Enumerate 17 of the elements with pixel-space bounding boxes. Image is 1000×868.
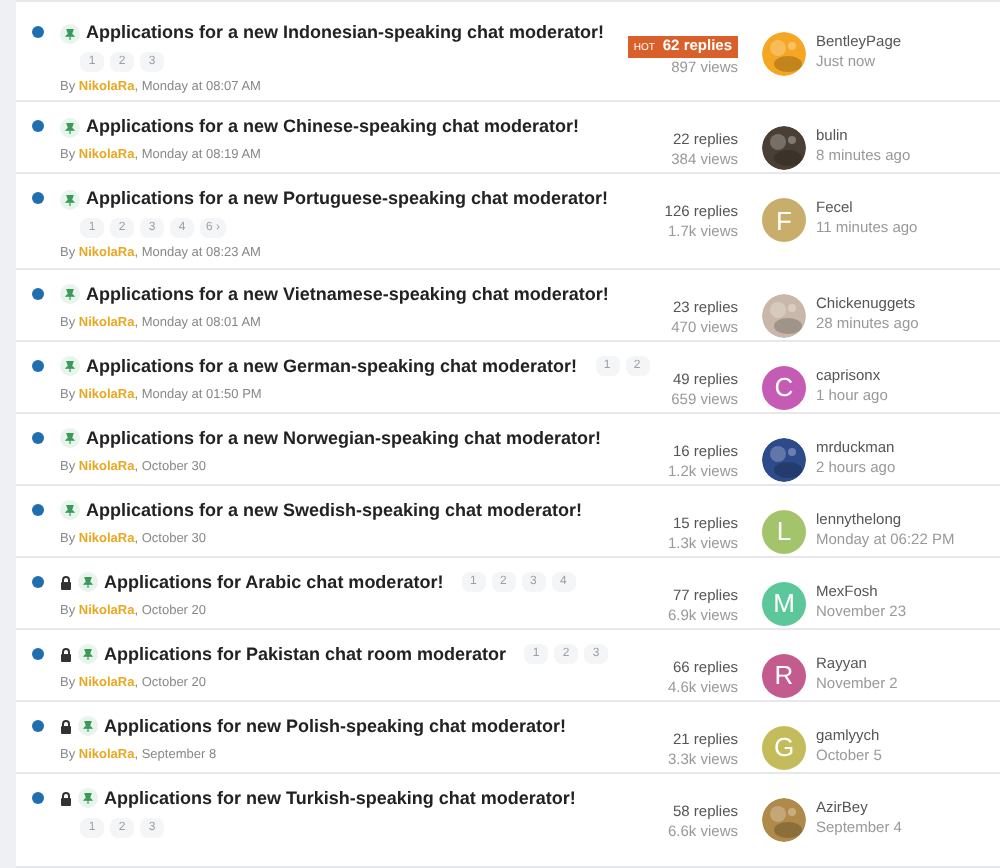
avatar[interactable]: L	[762, 509, 806, 554]
avatar[interactable]: C	[762, 365, 806, 410]
avatar[interactable]: M	[762, 581, 806, 626]
avatar[interactable]: R	[762, 653, 806, 698]
topic-title[interactable]: Applications for a new Portuguese-speaking chat moderator!	[86, 186, 609, 213]
topic-title[interactable]: Applications for a new Chinese-speaking chat moderator!	[86, 114, 580, 141]
topic-title[interactable]: Applications for a new Vietnamese-speaking chat moderator!	[86, 281, 609, 308]
topic-title[interactable]: Applications for Pakistan chat room moderator	[104, 641, 507, 668]
topic-title[interactable]: Applications for a new German-speaking chat moderator!	[86, 353, 578, 380]
topic-title[interactable]: Applications for new Turkish-speaking chat moderator!	[104, 785, 576, 812]
topic-title[interactable]: Applications for a new Swedish-speaking chat moderator!	[86, 497, 583, 524]
avatar[interactable]: G	[762, 725, 806, 770]
topic-title[interactable]: Applications for a new Norwegian-speaking chat moderator!	[86, 425, 602, 452]
topic-title[interactable]: Applications for Arabic chat moderator!	[104, 569, 444, 596]
avatar[interactable]: F	[762, 198, 806, 243]
topic-title[interactable]: Applications for new Polish-speaking chat moderator!	[104, 713, 567, 740]
topic-title[interactable]: Applications for a new Indonesian-speaking chat moderator!	[86, 20, 605, 46]
